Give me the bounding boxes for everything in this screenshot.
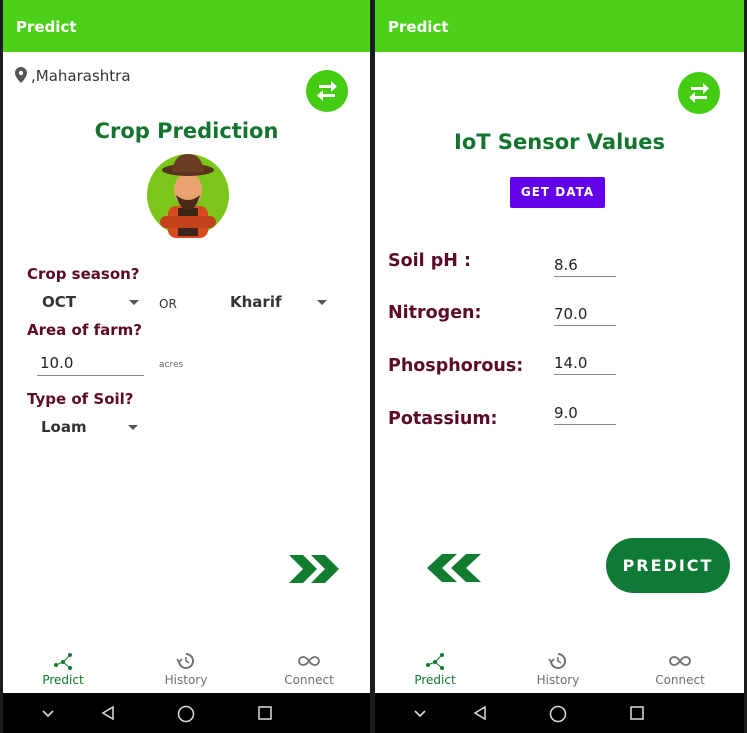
nav-connect[interactable]: Connect bbox=[640, 651, 720, 687]
location-row: ,Maharashtra bbox=[15, 67, 131, 85]
area-label: Area of farm? bbox=[27, 321, 142, 339]
crop-season-label: Crop season? bbox=[27, 265, 140, 283]
nav-predict[interactable]: Predict bbox=[23, 651, 103, 687]
nav-predict-label: Predict bbox=[414, 673, 456, 687]
phosphorous-label: Phosphorous: bbox=[388, 356, 524, 376]
nav-predict[interactable]: Predict bbox=[395, 651, 475, 687]
area-input[interactable]: 10.0 bbox=[37, 351, 144, 376]
home-icon[interactable] bbox=[549, 705, 567, 727]
double-chevron-left-icon bbox=[427, 554, 481, 582]
area-unit-label: acres bbox=[159, 360, 184, 370]
nitrogen-label: Nitrogen: bbox=[388, 303, 482, 323]
hide-keyboard-icon[interactable] bbox=[41, 705, 55, 724]
infinity-icon bbox=[298, 656, 320, 666]
system-nav-bar bbox=[375, 693, 744, 733]
back-icon[interactable] bbox=[472, 705, 488, 725]
bottom-navigation: Predict History Connect bbox=[375, 643, 744, 693]
back-icon[interactable] bbox=[100, 705, 116, 725]
farmer-avatar bbox=[146, 150, 230, 240]
app-bar-title: Predict bbox=[16, 18, 77, 36]
potassium-label: Potassium: bbox=[388, 409, 498, 429]
get-data-button[interactable]: GET DATA bbox=[510, 177, 605, 208]
app-bar: Predict bbox=[375, 0, 744, 52]
nav-history[interactable]: History bbox=[518, 651, 598, 687]
next-button[interactable] bbox=[289, 555, 341, 587]
back-button[interactable] bbox=[421, 554, 481, 586]
soil-type-select[interactable]: Loam bbox=[41, 418, 138, 440]
swap-screen-button[interactable] bbox=[306, 70, 348, 112]
home-icon[interactable] bbox=[177, 705, 195, 727]
dropdown-caret-icon bbox=[317, 300, 327, 305]
app-bar-title: Predict bbox=[388, 18, 449, 36]
history-icon bbox=[548, 653, 566, 669]
bottom-navigation: Predict History Connect bbox=[3, 643, 370, 693]
iot-sensor-screen: Predict IoT Sensor Values GET DATA Soil … bbox=[375, 0, 744, 733]
nav-connect[interactable]: Connect bbox=[269, 651, 349, 687]
nav-history-label: History bbox=[164, 673, 208, 687]
app-bar: Predict bbox=[3, 0, 370, 52]
recents-icon[interactable] bbox=[629, 705, 645, 725]
nav-predict-label: Predict bbox=[42, 673, 84, 687]
crop-prediction-screen: Predict ,Maharashtra Crop Prediction Cro… bbox=[3, 0, 370, 733]
nav-connect-label: Connect bbox=[284, 673, 334, 687]
system-nav-bar bbox=[3, 693, 370, 733]
or-separator: OR bbox=[159, 297, 177, 311]
month-select[interactable]: OCT bbox=[42, 293, 139, 315]
month-select-value: OCT bbox=[42, 293, 76, 311]
double-chevron-right-icon bbox=[289, 555, 339, 583]
dropdown-caret-icon bbox=[128, 425, 138, 430]
swap-arrows-icon bbox=[317, 81, 337, 101]
location-text: ,Maharashtra bbox=[31, 67, 131, 85]
history-icon bbox=[176, 653, 194, 669]
recents-icon[interactable] bbox=[257, 705, 273, 725]
soil-ph-value[interactable]: 8.6 bbox=[554, 254, 616, 277]
swap-arrows-icon bbox=[689, 83, 709, 103]
page-title: Crop Prediction bbox=[94, 119, 279, 143]
network-icon bbox=[54, 653, 72, 670]
infinity-icon bbox=[669, 656, 691, 666]
soil-type-select-value: Loam bbox=[41, 418, 87, 436]
location-pin-icon bbox=[15, 67, 27, 83]
hide-keyboard-icon[interactable] bbox=[413, 705, 427, 724]
soil-type-label: Type of Soil? bbox=[27, 390, 134, 408]
predict-button[interactable]: PREDICT bbox=[606, 538, 730, 593]
potassium-value[interactable]: 9.0 bbox=[554, 402, 616, 425]
nav-history[interactable]: History bbox=[146, 651, 226, 687]
page-title: IoT Sensor Values bbox=[454, 130, 665, 154]
season-select-value: Kharif bbox=[230, 293, 282, 311]
phosphorous-value[interactable]: 14.0 bbox=[554, 352, 616, 375]
network-icon bbox=[426, 653, 444, 670]
swap-screen-button[interactable] bbox=[678, 72, 720, 114]
dropdown-caret-icon bbox=[129, 300, 139, 305]
nav-history-label: History bbox=[536, 673, 580, 687]
soil-ph-label: Soil pH : bbox=[388, 251, 471, 271]
season-select[interactable]: Kharif bbox=[230, 293, 327, 315]
nitrogen-value[interactable]: 70.0 bbox=[554, 303, 616, 326]
nav-connect-label: Connect bbox=[655, 673, 705, 687]
